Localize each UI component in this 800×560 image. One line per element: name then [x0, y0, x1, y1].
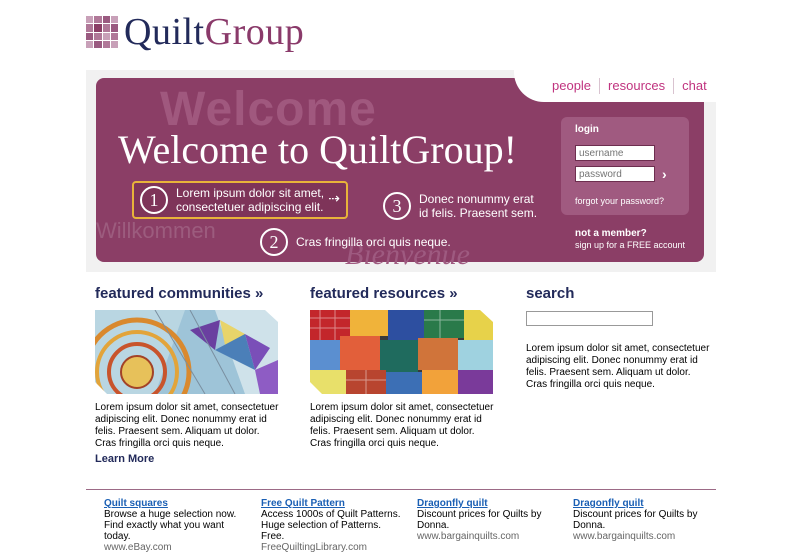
step-number-1: 1: [140, 186, 168, 214]
featured-resources-title[interactable]: featured resources »: [310, 285, 458, 302]
not-member-label: not a member?: [575, 228, 647, 239]
search-input[interactable]: [526, 311, 653, 326]
ad-1-line2: Find exactly what you want: [104, 520, 225, 531]
quilt-circles-illustration: [95, 310, 278, 394]
step-1[interactable]: 1 Lorem ipsum dolor sit amet, consectetu…: [132, 181, 348, 219]
ad-3-title[interactable]: Dragonfly quilt: [417, 498, 565, 509]
ad-1[interactable]: Quilt squares Browse a huge selection no…: [104, 498, 252, 553]
featured-communities-image[interactable]: [95, 310, 278, 394]
login-submit-chevron-right-icon[interactable]: ›: [662, 166, 667, 182]
ad-2-title[interactable]: Free Quilt Pattern: [261, 498, 409, 509]
arrow-right-icon: ⇢: [328, 190, 340, 206]
ad-4-url[interactable]: www.bargainquilts.com: [573, 531, 721, 542]
forgot-password-link[interactable]: forgot your password?: [575, 196, 664, 206]
ad-3[interactable]: Dragonfly quilt Discount prices for Quil…: [417, 498, 565, 542]
ad-1-line1: Browse a huge selection now.: [104, 509, 237, 520]
ad-3-line1: Discount prices for Quilts by: [417, 509, 542, 520]
ad-4-line2: Donna.: [573, 520, 606, 531]
ad-2-line3: Free.: [261, 531, 285, 542]
step-2-text: Cras fringilla orci quis neque.: [296, 235, 451, 249]
ad-1-line3: today.: [104, 531, 131, 542]
step-1-line2: consectetuer adipiscing elit.: [176, 200, 324, 214]
ad-1-url[interactable]: www.eBay.com: [104, 542, 252, 553]
nav-chat[interactable]: chat: [674, 77, 715, 95]
brand-name-part2: Group: [204, 11, 305, 53]
footer-divider: [86, 489, 716, 490]
search-text: Lorem ipsum dolor sit amet, consectetuer…: [526, 343, 710, 390]
ad-4-line1: Discount prices for Quilts by: [573, 509, 698, 520]
ad-2-line1: Access 1000s of Quilt Patterns.: [261, 509, 401, 520]
step-1-line1: Lorem ipsum dolor sit amet,: [176, 186, 325, 200]
featured-resources-text: Lorem ipsum dolor sit amet, consectetuer…: [310, 402, 494, 449]
password-input[interactable]: [575, 166, 655, 182]
watermark-willkommen: Willkommen: [96, 218, 216, 243]
featured-communities-text: Lorem ipsum dolor sit amet, consectetuer…: [95, 402, 279, 449]
step-number-2: 2: [260, 228, 288, 256]
nav-resources[interactable]: resources: [600, 77, 673, 95]
top-nav: people resources chat: [544, 76, 715, 96]
ad-1-title[interactable]: Quilt squares: [104, 498, 252, 509]
ad-2-url[interactable]: FreeQuiltingLibrary.com: [261, 542, 409, 553]
step-3-text: Donec nonummy erat id felis. Praesent se…: [419, 192, 537, 220]
featured-communities-title[interactable]: featured communities »: [95, 285, 263, 302]
site-logo[interactable]: QuiltGroup: [86, 12, 304, 52]
hero-title: Welcome to QuiltGroup!: [118, 127, 517, 172]
quilt-patches-illustration: [310, 310, 493, 394]
ad-4[interactable]: Dragonfly quilt Discount prices for Quil…: [573, 498, 721, 542]
ad-4-title[interactable]: Dragonfly quilt: [573, 498, 721, 509]
step-2[interactable]: 2 Cras fringilla orci quis neque.: [260, 228, 451, 256]
step-3-line1: Donec nonummy erat: [419, 192, 534, 206]
signup-link[interactable]: sign up for a FREE account: [575, 240, 685, 250]
featured-resources-image[interactable]: [310, 310, 493, 394]
step-3-line2: id felis. Praesent sem.: [419, 206, 538, 220]
username-input[interactable]: [575, 145, 655, 161]
ad-3-url[interactable]: www.bargainquilts.com: [417, 531, 565, 542]
ad-2[interactable]: Free Quilt Pattern Access 1000s of Quilt…: [261, 498, 409, 553]
learn-more-link[interactable]: Learn More: [95, 453, 154, 465]
brand-name: QuiltGroup: [124, 12, 304, 52]
step-3[interactable]: 3 Donec nonummy erat id felis. Praesent …: [383, 192, 537, 220]
nav-people[interactable]: people: [544, 77, 599, 95]
brand-name-part1: Quilt: [124, 11, 205, 53]
step-number-3: 3: [383, 192, 411, 220]
quilt-grid-icon: [86, 16, 118, 48]
ad-2-line2: Huge selection of Patterns.: [261, 520, 382, 531]
ad-3-line2: Donna.: [417, 520, 450, 531]
step-1-text: Lorem ipsum dolor sit amet, consectetuer…: [176, 186, 324, 214]
search-title: search: [526, 285, 575, 302]
